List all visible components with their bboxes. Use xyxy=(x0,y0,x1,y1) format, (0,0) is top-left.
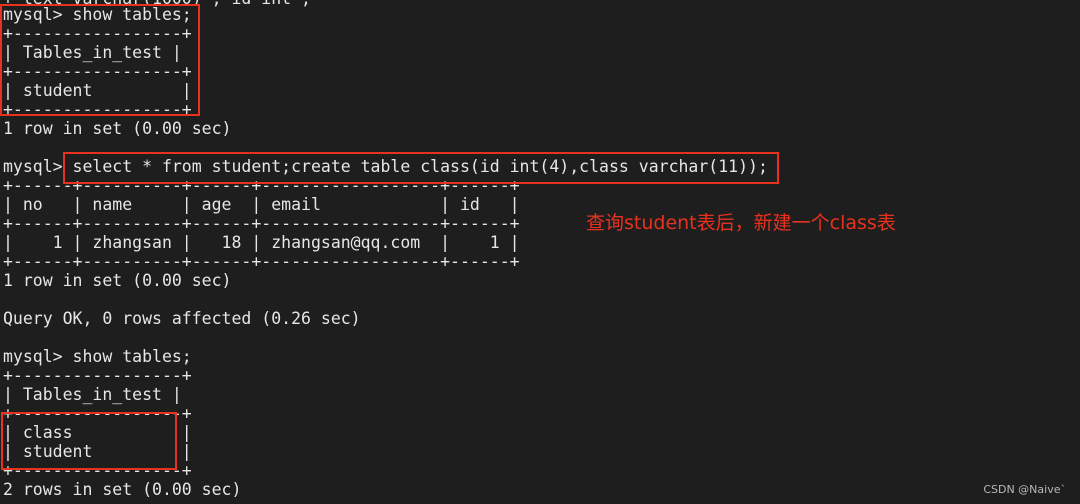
terminal-line: | Tables_in_test | xyxy=(3,385,182,404)
terminal-line: mysql> show tables; xyxy=(3,347,192,366)
annotation-note: 查询student表后，新建一个class表 xyxy=(586,212,896,234)
terminal-line: +------+----------+------+--------------… xyxy=(3,214,520,233)
highlight-box-new-tables xyxy=(1,412,177,470)
watermark: CSDN @Naive` xyxy=(983,483,1066,496)
terminal-line: +-----------------+ xyxy=(3,366,192,385)
terminal-line: | no | name | age | email | id | xyxy=(3,195,520,214)
terminal-line: 1 row in set (0.00 sec) xyxy=(3,271,232,290)
terminal-line: | 1 | zhangsan | 18 | zhangsan@qq.com | … xyxy=(3,233,520,252)
terminal-window[interactable]: + text varchar(1000) , id int ; mysql> s… xyxy=(0,0,1080,504)
terminal-line: +------+----------+------+--------------… xyxy=(3,252,520,271)
highlight-box-show-tables xyxy=(0,4,200,116)
terminal-line: 1 row in set (0.00 sec) xyxy=(3,119,232,138)
terminal-line: 2 rows in set (0.00 sec) xyxy=(3,480,242,499)
highlight-box-query xyxy=(63,152,779,184)
terminal-line: Query OK, 0 rows affected (0.26 sec) xyxy=(3,309,361,328)
